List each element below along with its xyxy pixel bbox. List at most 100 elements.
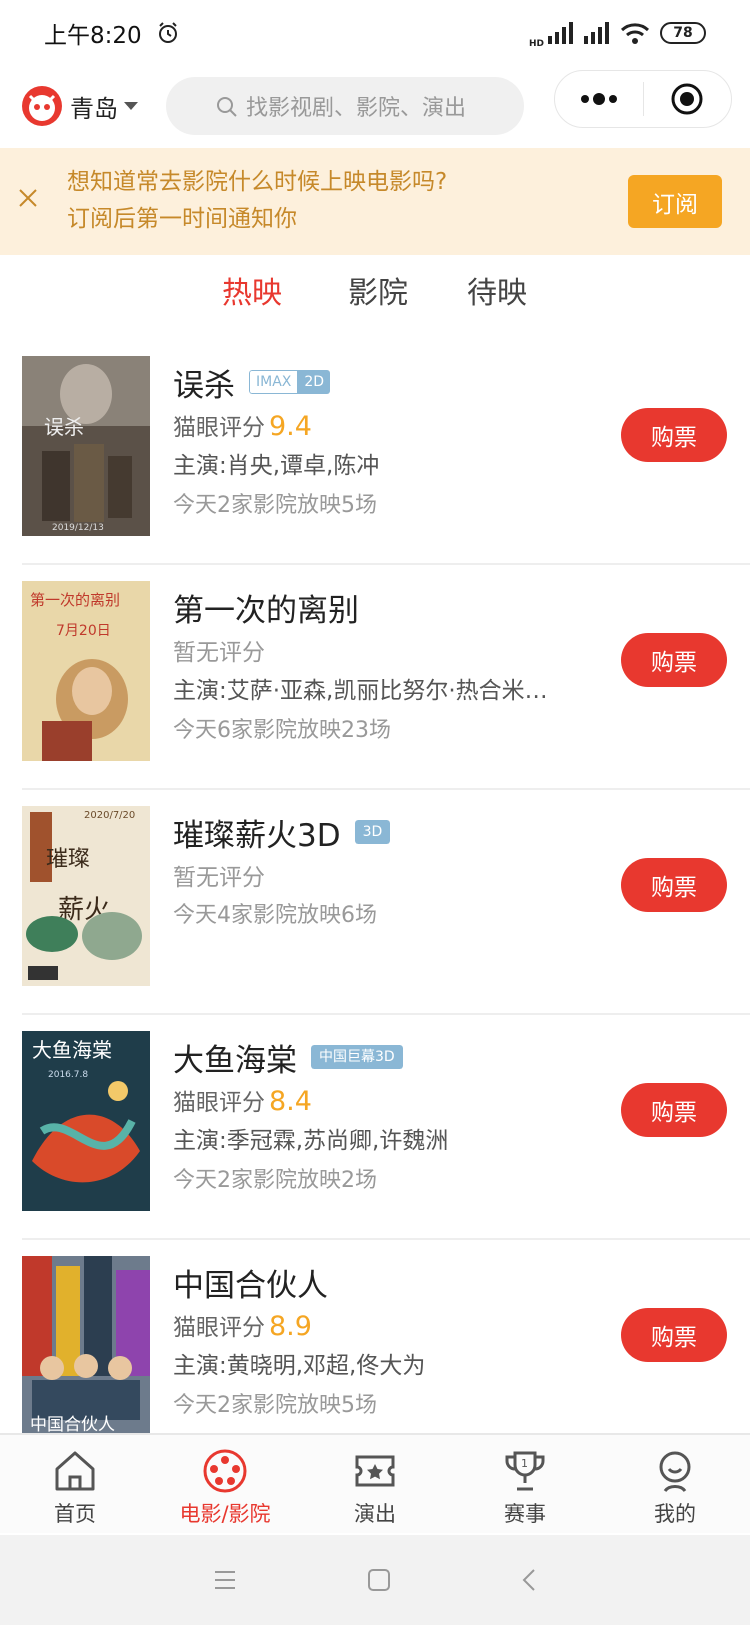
movie-actors: 主演:肖央,谭卓,陈冲 <box>173 453 380 479</box>
movie-title: 第一次的离别 <box>173 592 359 629</box>
svg-text:误杀: 误杀 <box>44 416 84 439</box>
movie-showings: 今天2家影院放映5场 <box>173 1393 377 1418</box>
format-badge: 3D <box>354 820 391 844</box>
target-close-icon <box>671 83 703 115</box>
more-dots-icon <box>580 93 617 105</box>
home-square-icon[interactable] <box>367 1568 391 1592</box>
format-badge: 中国巨幕3D <box>311 1045 403 1069</box>
banner-line-2: 订阅后第一时间通知你 <box>67 206 297 232</box>
ticket-icon <box>355 1455 395 1487</box>
movie-showings: 今天4家影院放映6场 <box>173 903 377 928</box>
search-placeholder: 找影视剧、影院、演出 <box>246 96 467 121</box>
alarm-icon <box>158 22 177 43</box>
wifi-icon <box>620 23 650 44</box>
banner-line-1: 想知道常去影院什么时候上映电影吗? <box>67 169 448 195</box>
chevron-down-icon[interactable] <box>124 102 138 110</box>
poster-date: 7月20日 <box>56 623 111 639</box>
status-bar: 上午8:20 HD 78 <box>0 0 750 66</box>
poster-date: 2016.7.8 <box>48 1070 88 1080</box>
bottom-tab-label: 演出 <box>354 1502 396 1526</box>
movie-title: 璀璨薪火3D <box>173 817 341 854</box>
movie-actors: 主演:黄晓明,邓超,佟大为 <box>173 1353 426 1379</box>
trophy-icon: 1 <box>505 1451 545 1491</box>
movie-score: 猫眼评分 8.4 <box>173 1086 312 1117</box>
battery-indicator: 78 <box>660 22 706 44</box>
movie-actors: 主演:季冠霖,苏尚卿,许魏洲 <box>173 1128 449 1154</box>
buy-ticket-button[interactable]: 购票 <box>621 408 727 462</box>
subscribe-button[interactable]: 订阅 <box>628 175 722 228</box>
back-icon[interactable] <box>521 1568 537 1592</box>
movie-score: 猫眼评分 8.9 <box>173 1311 312 1342</box>
bottom-tab-events[interactable]: 1 赛事 <box>450 1435 600 1533</box>
movie-poster[interactable]: 2020/7/20 璀璨 薪火 <box>22 806 150 986</box>
banner-text: 想知道常去影院什么时候上映电影吗? 订阅后第一时间通知你 <box>67 164 447 238</box>
buy-ticket-button[interactable]: 购票 <box>621 1083 727 1137</box>
svg-text:璀璨: 璀璨 <box>46 846 90 871</box>
movie-score: 猫眼评分 9.4 <box>173 411 312 442</box>
movie-info: 璀璨薪火3D 3D 暂无评分 今天4家影院放映6场 <box>173 810 593 936</box>
city-selector[interactable]: 青岛 <box>70 89 118 124</box>
movie-item[interactable]: 误杀 2019/12/13 误杀 IMAX 2D 猫眼评分 9.4 主演:肖央,谭卓… <box>22 340 750 565</box>
movie-info: 大鱼海棠 中国巨幕3D 猫眼评分 8.4 主演:季冠霖,苏尚卿,许魏洲 今天2家影… <box>173 1035 593 1201</box>
movie-info: 误杀 IMAX 2D 猫眼评分 9.4 主演:肖央,谭卓,陈冲 今天2家影院放映5场 <box>173 360 593 526</box>
tab-coming-soon[interactable]: 待映 <box>467 268 527 312</box>
close-miniprogram-button[interactable] <box>644 71 732 127</box>
movie-info: 中国合伙人 猫眼评分 8.9 主演:黄晓明,邓超,佟大为 今天2家影院放映5场 <box>173 1260 593 1426</box>
maoyan-cat-logo-icon <box>22 86 62 126</box>
movie-actors: 主演:艾萨·亚森,凯丽比努尔·热合米… <box>173 678 548 704</box>
close-icon[interactable] <box>17 187 39 209</box>
home-icon <box>55 1451 95 1491</box>
profile-icon <box>659 1451 691 1493</box>
movie-showings: 今天2家影院放映5场 <box>173 493 377 518</box>
movie-title: 中国合伙人 <box>173 1267 328 1304</box>
search-icon <box>217 97 237 117</box>
search-input[interactable]: 找影视剧、影院、演出 <box>166 77 524 135</box>
film-reel-icon <box>203 1449 247 1493</box>
movie-item[interactable]: 2020/7/20 璀璨 薪火 璀璨薪火3D 3D 暂无评分 今天4家影院放映6… <box>22 790 750 1015</box>
menu-icon[interactable] <box>213 1569 237 1591</box>
signal-icon <box>548 22 573 44</box>
top-nav: 青岛 找影视剧、影院、演出 <box>0 66 750 146</box>
movie-poster[interactable]: 误杀 2019/12/13 <box>22 356 150 536</box>
movie-poster[interactable]: 第一次的离别 7月20日 <box>22 581 150 761</box>
buy-ticket-button[interactable]: 购票 <box>621 858 727 912</box>
status-time: 上午8:20 <box>44 23 142 49</box>
movie-showings: 今天2家影院放映2场 <box>173 1168 377 1193</box>
buy-ticket-button[interactable]: 购票 <box>621 633 727 687</box>
bottom-tab-shows[interactable]: 演出 <box>300 1435 450 1533</box>
bottom-tab-label: 我的 <box>654 1502 696 1526</box>
movie-title: 大鱼海棠 <box>173 1042 297 1079</box>
poster-date: 2019/12/13 <box>52 523 104 533</box>
bottom-tab-label: 电影/影院 <box>179 1502 271 1526</box>
signal-icon-2 <box>584 22 609 44</box>
movie-score: 暂无评分 <box>173 640 265 666</box>
movie-item[interactable]: 第一次的离别 7月20日 第一次的离别 暂无评分 主演:艾萨·亚森,凯丽比努尔·… <box>22 565 750 790</box>
bottom-tab-movies[interactable]: 电影/影院 <box>150 1435 300 1533</box>
subscription-banner: 想知道常去影院什么时候上映电影吗? 订阅后第一时间通知你 订阅 <box>0 148 750 255</box>
svg-text:中国合伙人: 中国合伙人 <box>30 1415 115 1434</box>
network-type: HD <box>528 38 544 49</box>
bottom-tab-home[interactable]: 首页 <box>0 1435 150 1533</box>
movie-item[interactable]: 中国合伙人 中国合伙人 猫眼评分 8.9 主演:黄晓明,邓超,佟大为 今天2家影院… <box>22 1240 750 1465</box>
more-button[interactable] <box>555 71 643 127</box>
system-nav-bar <box>0 1535 750 1625</box>
bottom-tab-profile[interactable]: 我的 <box>600 1435 750 1533</box>
bottom-tab-label: 赛事 <box>504 1502 546 1526</box>
svg-text:第一次的离别: 第一次的离别 <box>30 591 120 609</box>
format-badge: IMAX 2D <box>249 370 331 394</box>
movie-title: 误杀 <box>173 367 235 404</box>
bottom-tab-bar: 首页 电影/影院 演出 1 赛事 我的 <box>0 1433 750 1533</box>
svg-text:1: 1 <box>521 1457 528 1470</box>
bottom-tab-label: 首页 <box>54 1502 96 1526</box>
movie-list: 误杀 2019/12/13 误杀 IMAX 2D 猫眼评分 9.4 主演:肖央,谭卓… <box>0 340 750 1465</box>
buy-ticket-button[interactable]: 购票 <box>621 1308 727 1362</box>
movie-item[interactable]: 大鱼海棠 2016.7.8 大鱼海棠 中国巨幕3D 猫眼评分 8.4 主演:季冠霖… <box>22 1015 750 1240</box>
miniprogram-capsule <box>554 70 732 128</box>
tab-now-showing[interactable]: 热映 <box>222 268 282 312</box>
movie-info: 第一次的离别 暂无评分 主演:艾萨·亚森,凯丽比努尔·热合米… 今天6家影院放映… <box>173 585 593 751</box>
svg-text:大鱼海棠: 大鱼海棠 <box>32 1039 112 1062</box>
poster-date: 2020/7/20 <box>84 810 135 821</box>
movie-poster[interactable]: 中国合伙人 <box>22 1256 150 1436</box>
movie-poster[interactable]: 大鱼海棠 2016.7.8 <box>22 1031 150 1211</box>
tab-cinemas[interactable]: 影院 <box>348 268 408 312</box>
